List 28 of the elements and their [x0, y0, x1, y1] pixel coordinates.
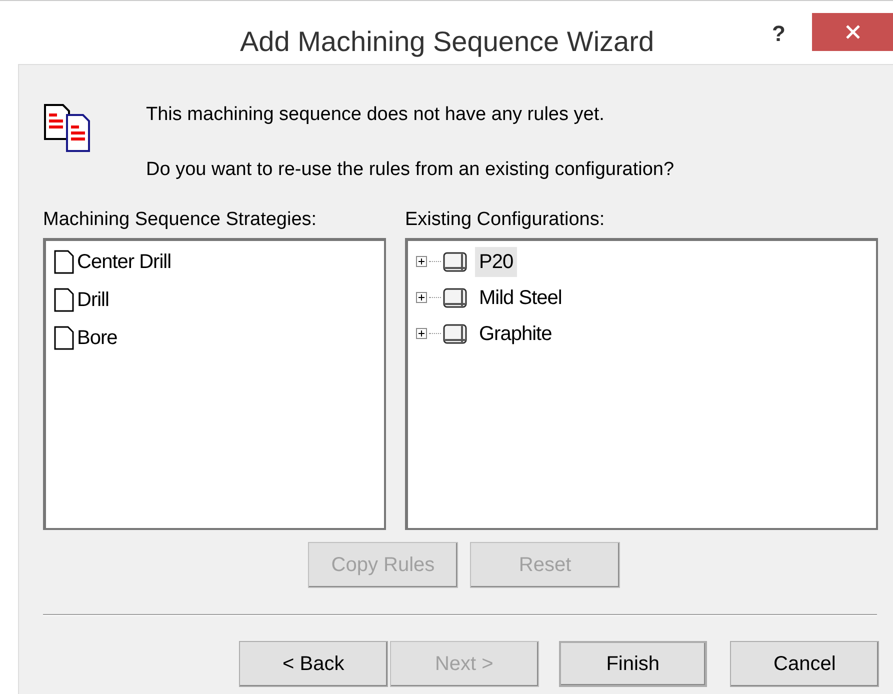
- expand-icon[interactable]: [416, 328, 427, 339]
- page-icon: [54, 250, 74, 274]
- message-text: This machining sequence does not have any rules yet.: [146, 103, 606, 127]
- close-button[interactable]: [812, 13, 893, 51]
- message-text: Do you want to re-use the rules from an existing configuration?: [146, 158, 674, 182]
- help-button[interactable]: ?: [772, 17, 786, 50]
- list-item[interactable]: Bore: [77, 322, 118, 352]
- tree-item[interactable]: P20: [475, 246, 518, 276]
- close-icon: [846, 25, 860, 39]
- window-title: Add Machining Sequence Wizard: [240, 25, 654, 59]
- page-icon: [54, 288, 74, 312]
- expand-icon[interactable]: [416, 256, 427, 267]
- folder-icon: [443, 252, 467, 272]
- configurations-tree[interactable]: P20 Mild Steel Graphite: [405, 238, 878, 530]
- configurations-label: Existing Configurations:: [405, 208, 606, 232]
- tree-item[interactable]: Graphite: [475, 318, 556, 348]
- list-item[interactable]: Drill: [77, 284, 109, 314]
- dialog-button[interactable]: Cancel: [730, 640, 880, 686]
- folder-icon: [443, 324, 467, 344]
- strategies-list[interactable]: Center Drill Drill Bore: [43, 238, 386, 530]
- dialog-button[interactable]: Finish: [558, 640, 708, 686]
- tree-item[interactable]: Mild Steel: [475, 282, 566, 312]
- folder-icon: [443, 288, 467, 308]
- page-icon: [54, 326, 74, 350]
- expand-icon[interactable]: [416, 292, 427, 303]
- list-item[interactable]: Center Drill: [77, 246, 172, 276]
- strategies-label: Machining Sequence Strategies:: [43, 208, 318, 232]
- dialog-button[interactable]: < Back: [239, 640, 388, 686]
